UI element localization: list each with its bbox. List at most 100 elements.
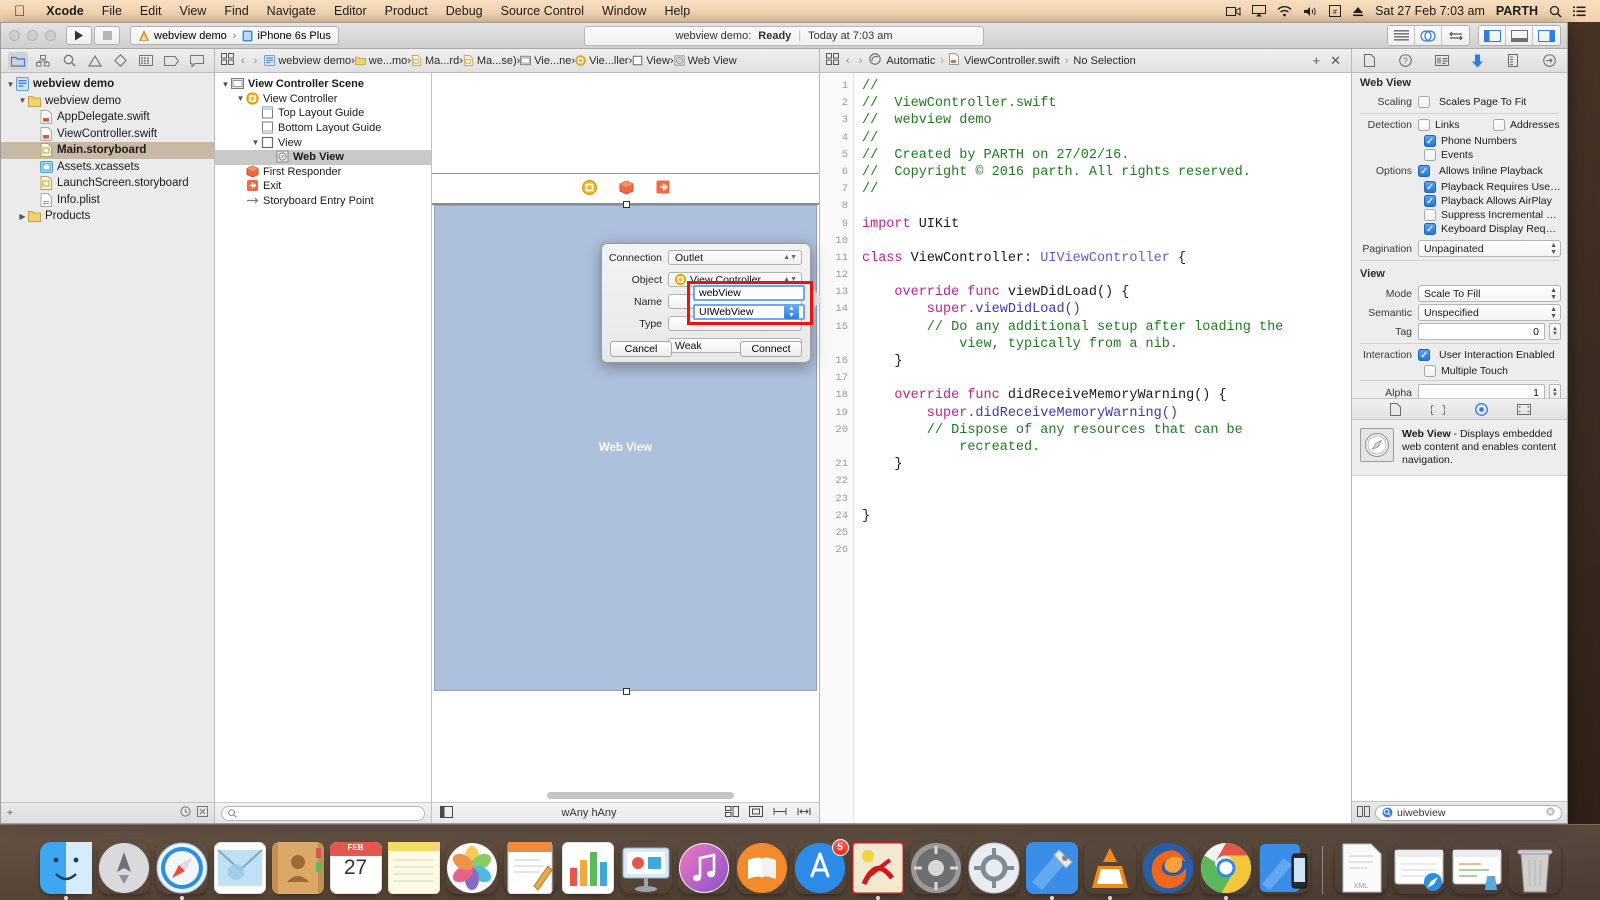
navigator-item-products[interactable]: ▶ Products	[1, 208, 214, 225]
code-snippet-library-icon[interactable]: { }	[1430, 402, 1447, 417]
outlet-name-input[interactable]: webView	[693, 285, 805, 301]
inspector-body[interactable]: Web View Scaling Scales Page To Fit Dete…	[1352, 73, 1567, 398]
popup-mode[interactable]: Scale To Fill ▲ ▼	[1418, 285, 1561, 302]
dock-item-trash[interactable]	[1509, 842, 1561, 894]
checkbox-events[interactable]	[1424, 149, 1436, 161]
code-line[interactable]	[862, 267, 1351, 284]
menu-item-window[interactable]: Window	[593, 4, 655, 18]
add-assistant-editor-button[interactable]: +	[1313, 53, 1321, 69]
auto-layout-pin-icon[interactable]	[749, 806, 763, 820]
navigator-item-launchscreen-storyboard[interactable]: LaunchScreen.storyboard	[1, 175, 214, 192]
outline-tree[interactable]: ▼ View Controller Scene ▼ View Controller To…	[215, 73, 431, 802]
menu-item-view[interactable]: View	[170, 4, 215, 18]
breakpoint-navigator-icon[interactable]	[162, 52, 182, 70]
breadcrumb-item-3[interactable]: Ma...se)	[463, 55, 517, 67]
code-line[interactable]: //	[862, 78, 1351, 95]
source-code[interactable]: // // ViewController.swift// webview demo…	[854, 73, 1351, 823]
menu-item-xcode[interactable]: Xcode	[37, 4, 93, 18]
code-line[interactable]	[862, 525, 1351, 542]
auto-layout-align-icon[interactable]	[725, 806, 739, 820]
dock-item-calendar[interactable]: FEB 27	[329, 842, 382, 894]
dock-item-preferences-gear[interactable]	[968, 842, 1020, 894]
checkbox-playback-allows-airplay[interactable]	[1424, 195, 1436, 207]
breadcrumb-item-0[interactable]: webview demo	[264, 55, 351, 67]
library-item-web-view[interactable]: Web View - Displays embedded web content…	[1352, 420, 1567, 475]
outline-item-web-view[interactable]: Web View	[215, 149, 431, 165]
standard-editor-icon[interactable]	[1388, 26, 1415, 45]
outline-item-view-controller-scene[interactable]: ▼ View Controller Scene	[215, 77, 431, 92]
checkbox-links[interactable]	[1418, 119, 1430, 131]
menu-item-find[interactable]: Find	[215, 4, 257, 18]
create-outlet-dialog[interactable]: Connection Outlet ▲▼ Object View Control…	[601, 243, 811, 363]
dock-item-vlc[interactable]	[1084, 842, 1136, 900]
zoom-button[interactable]	[45, 30, 56, 41]
input-tag[interactable]: 0	[1418, 323, 1545, 340]
dock-item-keynote[interactable]	[620, 842, 672, 894]
dock-item-ibooks[interactable]	[736, 842, 788, 894]
dock-item-document-stack[interactable]: XML	[1335, 842, 1387, 894]
ib-back-button[interactable]: ‹	[239, 55, 247, 67]
chevron-updown-icon[interactable]: ▲ ▼	[784, 305, 799, 319]
connections-inspector-icon[interactable]	[1539, 52, 1559, 70]
wifi-icon[interactable]	[1277, 5, 1292, 17]
menubar-user[interactable]: PARTH	[1496, 4, 1538, 18]
input-alpha[interactable]: 1	[1418, 384, 1545, 398]
close-assistant-editor-button[interactable]: ✕	[1330, 53, 1341, 69]
breadcrumb-item-2[interactable]: Ma...rd	[411, 55, 459, 67]
connect-button[interactable]: Connect	[740, 341, 802, 357]
disclosure-triangle[interactable]: ▶	[17, 212, 28, 221]
code-line[interactable]: super.viewDidLoad()	[862, 301, 1351, 318]
breadcrumb-item-6[interactable]: View	[632, 55, 670, 67]
airplay-icon[interactable]	[1252, 5, 1267, 17]
filter-recent-icon[interactable]	[180, 806, 191, 820]
checkbox-allows-inline-playback[interactable]	[1418, 165, 1430, 177]
outline-filter-field[interactable]	[221, 805, 425, 821]
quick-help-icon[interactable]: ?	[1396, 52, 1416, 70]
version-editor-icon[interactable]	[1442, 26, 1469, 45]
outline-item-first-responder[interactable]: First Responder	[215, 165, 431, 180]
project-navigator-icon[interactable]	[7, 51, 28, 70]
code-line[interactable]	[862, 233, 1351, 250]
resolve-issues-icon[interactable]	[773, 806, 787, 820]
code-crumb-selection[interactable]: No Selection	[1073, 55, 1135, 67]
code-back-button[interactable]: ‹	[844, 55, 852, 67]
breadcrumb-item-1[interactable]: we...mo	[354, 55, 407, 67]
code-line[interactable]: // Copyright © 2016 parth. All rights re…	[862, 164, 1351, 181]
scheme-selector[interactable]: webview demo › iPhone 6s Plus	[130, 26, 339, 45]
screen-record-icon[interactable]	[1226, 6, 1241, 17]
device-preview-icon[interactable]	[440, 805, 453, 821]
view-controller-dock-icon[interactable]	[581, 179, 597, 198]
dock-item-xcode[interactable]	[1025, 842, 1078, 900]
dock-item-numbers[interactable]	[561, 842, 614, 894]
canvas-hscrollbar-thumb[interactable]	[547, 792, 734, 799]
dock-item-notes[interactable]	[387, 842, 440, 894]
input-source-icon[interactable]: #	[1329, 5, 1342, 17]
code-line[interactable]: // webview demo	[862, 112, 1351, 129]
canvas-hscrollbar[interactable]	[432, 790, 819, 800]
attributes-inspector-icon[interactable]	[1467, 52, 1487, 70]
navigator-item-main-storyboard[interactable]: Main.storyboard	[1, 142, 214, 159]
breadcrumb-item-4[interactable]: Vie...ne	[520, 55, 571, 67]
dock-item-photos[interactable]	[446, 842, 498, 894]
size-inspector-icon[interactable]	[1503, 52, 1523, 70]
navigator-item-webview-demo[interactable]: ▼ webview demo	[1, 93, 214, 110]
code-line[interactable]: // ViewController.swift	[862, 95, 1351, 112]
related-items-icon[interactable]	[221, 53, 234, 68]
debug-navigator-icon[interactable]	[136, 52, 156, 70]
menu-item-help[interactable]: Help	[655, 4, 699, 18]
dock-item-app-store[interactable]: 5	[794, 839, 849, 894]
code-line[interactable]: import UIKit	[862, 216, 1351, 233]
editor-mode-segment[interactable]	[1387, 25, 1470, 46]
notification-center-icon[interactable]	[1573, 6, 1586, 17]
outline-item-bottom-layout-guide[interactable]: Bottom Layout Guide	[215, 121, 431, 136]
checkbox-suppress-incremental-rendering[interactable]	[1424, 209, 1436, 221]
window-controls[interactable]	[9, 30, 56, 41]
code-line[interactable]: }	[862, 456, 1351, 473]
code-crumb-automatic[interactable]: Automatic	[886, 55, 935, 67]
size-class-control[interactable]: wAny hAny	[561, 807, 616, 819]
dock-item-safari[interactable]	[156, 842, 208, 900]
breadcrumb-item-5[interactable]: Vie...ller	[575, 55, 629, 67]
navigator-item-appdelegate-swift[interactable]: AppDelegate.swift	[1, 109, 214, 126]
code-line[interactable]	[862, 542, 1351, 559]
breadcrumb[interactable]: webview demo › we...mo › Ma...rd › Ma...se) › Vi…	[264, 55, 737, 67]
